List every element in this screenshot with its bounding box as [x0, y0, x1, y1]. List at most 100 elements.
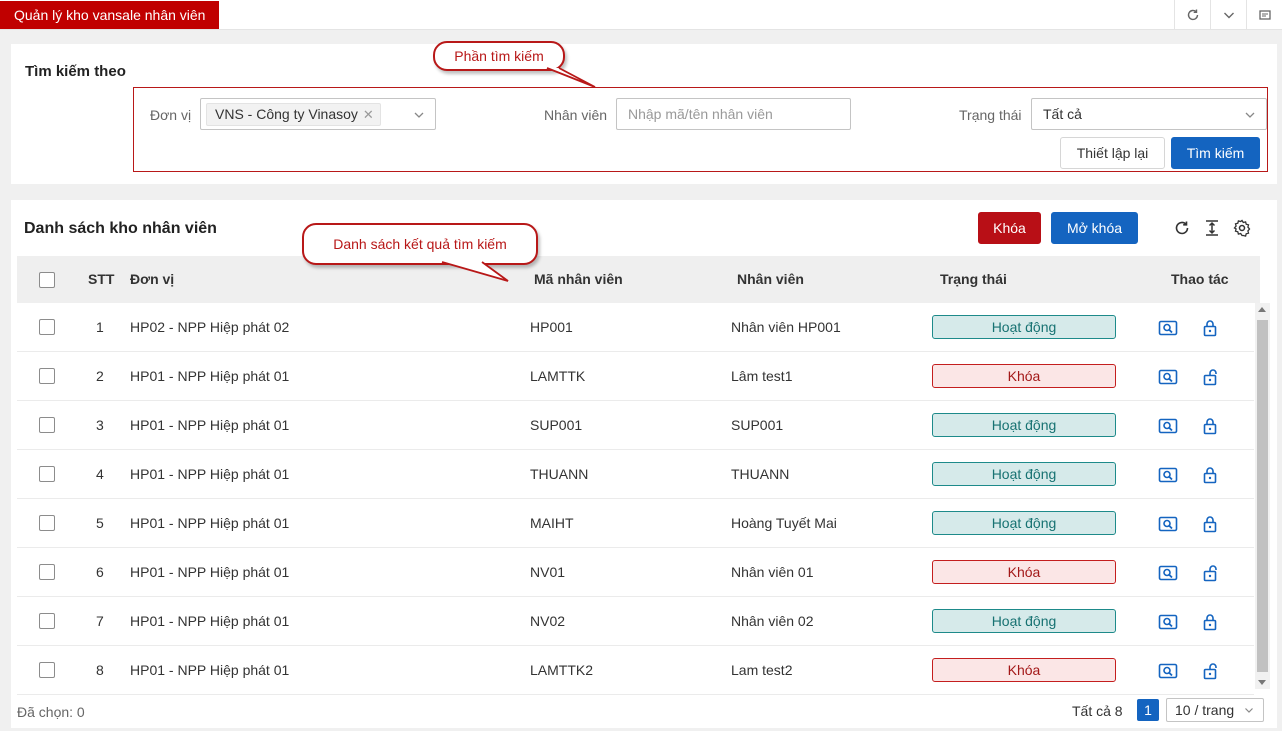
- row-unit: HP01 - NPP Hiệp phát 01: [130, 417, 290, 433]
- row-stt: 2: [96, 368, 104, 384]
- unlock-icon[interactable]: [1200, 563, 1220, 583]
- topbar-icons: [1174, 0, 1282, 30]
- col-unit: Đơn vị: [130, 271, 175, 287]
- unlock-icon[interactable]: [1200, 661, 1220, 681]
- refresh-icon[interactable]: [1174, 0, 1210, 30]
- reset-button[interactable]: Thiết lập lại: [1060, 137, 1165, 169]
- unlock-icon[interactable]: [1200, 367, 1220, 387]
- view-detail-icon[interactable]: [1158, 416, 1178, 436]
- employee-label: Nhân viên: [544, 107, 608, 123]
- row-stt: 7: [96, 613, 104, 629]
- table-row[interactable]: 6 HP01 - NPP Hiệp phát 01 NV01 Nhân viên 01…: [17, 548, 1254, 597]
- table-row[interactable]: 7 HP01 - NPP Hiệp phát 01 NV02 Nhân viên 02…: [17, 597, 1254, 646]
- chevron-down-icon[interactable]: [1210, 0, 1246, 30]
- status-badge: Hoạt động: [932, 462, 1116, 486]
- row-employee-name: Lam test2: [731, 662, 793, 678]
- gear-icon[interactable]: [1232, 218, 1252, 238]
- select-all-checkbox[interactable]: [39, 272, 55, 288]
- table-header: STT Đơn vị Mã nhân viên Nhân viên Trạng …: [17, 256, 1260, 303]
- row-checkbox[interactable]: [39, 368, 55, 384]
- column-height-icon[interactable]: [1202, 218, 1222, 238]
- row-checkbox[interactable]: [39, 417, 55, 433]
- top-bar: Quản lý kho vansale nhân viên: [0, 0, 1282, 30]
- row-employee-code: SUP001: [530, 417, 583, 433]
- row-employee-name: Nhân viên 02: [731, 613, 814, 629]
- row-employee-code: HP001: [530, 319, 573, 335]
- col-employee: Nhân viên: [737, 271, 804, 287]
- status-badge: Khóa: [932, 658, 1116, 682]
- page-size-value: 10 / trang: [1175, 702, 1235, 718]
- table-row[interactable]: 2 HP01 - NPP Hiệp phát 01 LAMTTK Lâm test1 K…: [17, 352, 1254, 401]
- page-number-button[interactable]: 1: [1137, 699, 1159, 721]
- row-employee-name: Nhân viên HP001: [731, 319, 841, 335]
- row-stt: 5: [96, 515, 104, 531]
- row-unit: HP02 - NPP Hiệp phát 02: [130, 319, 290, 335]
- status-badge: Hoạt động: [932, 511, 1116, 535]
- view-detail-icon[interactable]: [1158, 318, 1178, 338]
- lock-icon[interactable]: [1200, 514, 1220, 534]
- table-row[interactable]: 8 HP01 - NPP Hiệp phát 01 LAMTTK2 Lam test2…: [17, 646, 1254, 695]
- lock-icon[interactable]: [1200, 465, 1220, 485]
- row-checkbox[interactable]: [39, 515, 55, 531]
- row-checkbox[interactable]: [39, 466, 55, 482]
- row-stt: 6: [96, 564, 104, 580]
- chevron-down-icon: [414, 112, 424, 118]
- view-detail-icon[interactable]: [1158, 612, 1178, 632]
- table-row[interactable]: 5 HP01 - NPP Hiệp phát 01 MAIHT Hoàng Tuyết…: [17, 499, 1254, 548]
- close-icon[interactable]: ✕: [363, 104, 374, 125]
- search-button[interactable]: Tìm kiếm: [1171, 137, 1260, 169]
- chevron-down-icon: [1245, 708, 1253, 713]
- scroll-down-arrow[interactable]: [1258, 680, 1266, 685]
- view-detail-icon[interactable]: [1158, 514, 1178, 534]
- row-employee-name: Hoàng Tuyết Mai: [731, 515, 837, 531]
- chevron-down-icon: [1245, 112, 1255, 118]
- row-employee-name: SUP001: [731, 417, 784, 433]
- view-detail-icon[interactable]: [1158, 465, 1178, 485]
- view-detail-icon[interactable]: [1158, 661, 1178, 681]
- status-label: Trạng thái: [959, 107, 1022, 123]
- row-stt: 1: [96, 319, 104, 335]
- fullscreen-icon[interactable]: [1246, 0, 1282, 30]
- unlock-button[interactable]: Mở khóa: [1051, 212, 1138, 244]
- status-badge: Hoạt động: [932, 609, 1116, 633]
- row-employee-code: NV01: [530, 564, 566, 580]
- row-employee-name: Nhân viên 01: [731, 564, 814, 580]
- row-stt: 8: [96, 662, 104, 678]
- table-row[interactable]: 4 HP01 - NPP Hiệp phát 01 THUANN THUANN Hoạt…: [17, 450, 1254, 499]
- unit-tag: VNS - Công ty Vinasoy ✕: [206, 103, 381, 126]
- lock-button[interactable]: Khóa: [978, 212, 1041, 244]
- status-badge: Hoạt động: [932, 315, 1116, 339]
- table-tools: [1172, 218, 1252, 238]
- table-row[interactable]: 3 HP01 - NPP Hiệp phát 01 SUP001 SUP001 Hoạt…: [17, 401, 1254, 450]
- scroll-up-arrow[interactable]: [1258, 307, 1266, 312]
- row-unit: HP01 - NPP Hiệp phát 01: [130, 466, 290, 482]
- col-employee-code: Mã nhân viên: [534, 271, 623, 287]
- search-title: Tìm kiếm theo: [25, 63, 126, 80]
- unit-label: Đơn vị: [150, 107, 192, 123]
- row-employee-code: NV02: [530, 613, 566, 629]
- row-stt: 4: [96, 466, 104, 482]
- search-panel: Tìm kiếm theo Đơn vị VNS - Công ty Vinas…: [11, 44, 1277, 184]
- lock-icon[interactable]: [1200, 318, 1220, 338]
- scroll-thumb[interactable]: [1257, 320, 1268, 672]
- status-select[interactable]: Tất cả: [1031, 98, 1267, 130]
- table-row[interactable]: 1 HP02 - NPP Hiệp phát 02 HP001 Nhân viên H…: [17, 303, 1254, 352]
- view-detail-icon[interactable]: [1158, 367, 1178, 387]
- unit-select[interactable]: VNS - Công ty Vinasoy ✕: [200, 98, 436, 130]
- row-checkbox[interactable]: [39, 564, 55, 580]
- row-employee-code: LAMTTK2: [530, 662, 594, 678]
- lock-icon[interactable]: [1200, 612, 1220, 632]
- row-unit: HP01 - NPP Hiệp phát 01: [130, 613, 290, 629]
- view-detail-icon[interactable]: [1158, 563, 1178, 583]
- row-checkbox[interactable]: [39, 613, 55, 629]
- table-scrollbar[interactable]: [1255, 303, 1270, 689]
- lock-icon[interactable]: [1200, 416, 1220, 436]
- list-title: Danh sách kho nhân viên: [24, 220, 217, 237]
- page-size-select[interactable]: 10 / trang: [1166, 698, 1264, 722]
- row-checkbox[interactable]: [39, 662, 55, 678]
- employee-search-input[interactable]: [616, 98, 851, 130]
- row-employee-name: Lâm test1: [731, 368, 793, 384]
- app-tab[interactable]: Quản lý kho vansale nhân viên: [0, 1, 220, 29]
- refresh-icon[interactable]: [1172, 218, 1192, 238]
- row-checkbox[interactable]: [39, 319, 55, 335]
